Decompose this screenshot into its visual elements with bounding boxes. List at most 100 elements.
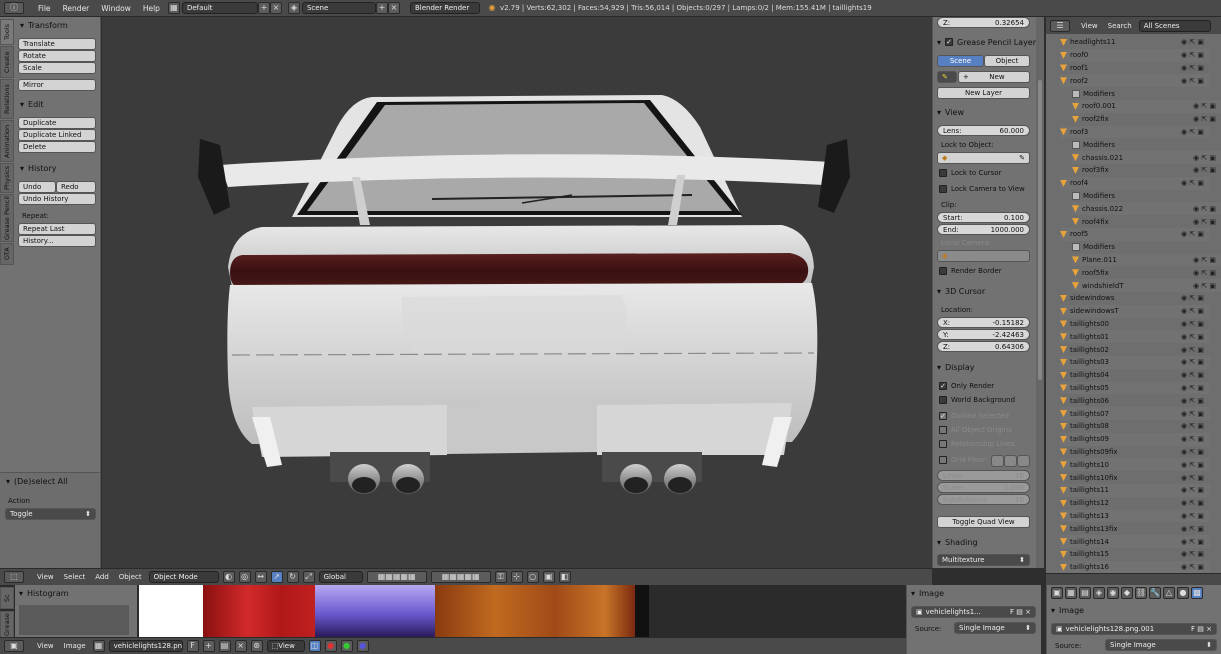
props-layers-icon[interactable]: ▤ (1079, 586, 1091, 599)
outliner-row[interactable]: taillights11 ◉ ⇱ ▣ (1060, 484, 1210, 497)
visibility-eye-icon[interactable]: ◉ ⇱ ▣ (1181, 51, 1204, 59)
3d-viewport[interactable] (102, 17, 932, 568)
add-menu[interactable]: Add (92, 573, 112, 581)
mirror-button[interactable]: Mirror (18, 79, 96, 91)
lock-camera-check[interactable]: Lock Camera to View (939, 185, 1025, 193)
z-field[interactable]: Z: 0.32654 (937, 17, 1030, 28)
visibility-eye-icon[interactable]: ◉ ⇱ ▣ (1181, 77, 1204, 85)
outliner-row[interactable]: taillights13fix ◉ ⇱ ▣ (1060, 522, 1210, 535)
visibility-eye-icon[interactable]: ◉ ⇱ ▣ (1181, 397, 1204, 405)
props-constraint-icon[interactable]: ⛓ (1135, 586, 1147, 599)
new-layer-button[interactable]: New Layer (937, 87, 1030, 99)
visibility-eye-icon[interactable]: ◉ ⇱ ▣ (1181, 230, 1204, 238)
proportional-edit-icon[interactable]: ○ (526, 571, 539, 583)
outliner-row[interactable]: roof0 ◉ ⇱ ▣ (1060, 49, 1210, 62)
visibility-eye-icon[interactable]: ◉ ⇱ ▣ (1193, 269, 1216, 277)
shading-dropdown[interactable]: Multitexture ⬍ (937, 554, 1030, 566)
scene-icon[interactable]: ◈ (287, 2, 300, 14)
props-material-icon[interactable]: ● (1177, 586, 1189, 599)
visibility-eye-icon[interactable]: ◉ ⇱ ▣ (1181, 358, 1204, 366)
visibility-eye-icon[interactable]: ◉ ⇱ ▣ (1181, 486, 1204, 494)
grid-y-toggle[interactable]: Y (1004, 455, 1017, 467)
only-render-check[interactable]: ✓ Only Render (939, 382, 994, 390)
props-data-icon[interactable]: △ (1163, 586, 1175, 599)
outliner-row[interactable]: windshieldT ◉ ⇱ ▣ (1072, 279, 1221, 292)
outliner-row[interactable]: taillights10 ◉ ⇱ ▣ (1060, 458, 1210, 471)
action-dropdown[interactable]: Toggle ⬍ (5, 508, 96, 520)
tab-grease-pencil[interactable]: Grease Pencil (0, 194, 14, 242)
visibility-eye-icon[interactable]: ◉ ⇱ ▣ (1181, 525, 1204, 533)
mode-dropdown[interactable]: Object Mode (148, 571, 219, 583)
outliner-row[interactable]: taillights15 ◉ ⇱ ▣ (1060, 548, 1210, 561)
outliner-row[interactable]: taillights14 ◉ ⇱ ▣ (1060, 535, 1210, 548)
view-menu[interactable]: View (34, 573, 57, 581)
orientation-dropdown[interactable]: Global (318, 571, 363, 583)
outliner-row[interactable]: taillights05 ◉ ⇱ ▣ (1060, 382, 1210, 395)
visibility-eye-icon[interactable]: ◉ ⇱ ▣ (1181, 550, 1204, 558)
outliner-row[interactable]: taillights12 ◉ ⇱ ▣ (1060, 497, 1210, 510)
outliner-row[interactable]: taillights07 ◉ ⇱ ▣ (1060, 407, 1210, 420)
outline-selected-check[interactable]: ✓ Outline Selected (939, 412, 1009, 420)
props-modifier-icon[interactable]: 🔧 (1149, 586, 1161, 599)
visibility-eye-icon[interactable]: ◉ ⇱ ▣ (1181, 461, 1204, 469)
layers-icon-2[interactable]: ▦▦▦▦▦ (430, 571, 491, 583)
visibility-eye-icon[interactable]: ◉ ⇱ ▣ (1181, 448, 1204, 456)
visibility-eye-icon[interactable]: ◉ ⇱ ▣ (1193, 205, 1216, 213)
scenes-dropdown[interactable]: All Scenes (1138, 19, 1211, 32)
add-layout-icon[interactable]: + (257, 2, 270, 14)
pin-icon[interactable]: ⊛ (250, 640, 263, 652)
menu-help[interactable]: Help (137, 4, 166, 13)
outliner-row[interactable]: taillights04 ◉ ⇱ ▣ (1060, 369, 1210, 382)
visibility-eye-icon[interactable]: ◉ ⇱ ▣ (1181, 371, 1204, 379)
delete-button[interactable]: Delete (18, 141, 96, 153)
visibility-eye-icon[interactable]: ◉ ⇱ ▣ (1181, 563, 1204, 571)
image-name-field[interactable]: vehiclelights128.png (108, 640, 183, 652)
lines-field[interactable]: Lines: 16 (937, 470, 1030, 481)
color-blue-icon[interactable]: ● (356, 640, 369, 652)
visibility-eye-icon[interactable]: ◉ ⇱ ▣ (1181, 320, 1204, 328)
scene-dropdown[interactable]: Scene (301, 2, 376, 14)
outliner-row[interactable]: taillights08 ◉ ⇱ ▣ (1060, 420, 1210, 433)
scale-button[interactable]: Scale (18, 62, 96, 74)
camera-icon[interactable]: ◧ (558, 571, 571, 583)
image-new-icon[interactable]: + (202, 640, 215, 652)
visibility-eye-icon[interactable]: ◉ ⇱ ▣ (1181, 538, 1204, 546)
outliner-row[interactable]: roof4fix ◉ ⇱ ▣ (1072, 215, 1221, 228)
visibility-eye-icon[interactable]: ◉ ⇱ ▣ (1181, 179, 1204, 187)
outliner-row[interactable]: roof2fix ◉ ⇱ ▣ (1072, 113, 1221, 126)
cursor-z-field[interactable]: Z: 0.64306 (937, 341, 1030, 352)
menu-render[interactable]: Render (57, 4, 96, 13)
grease-pencil-header[interactable]: ▾ ✓ Grease Pencil Layers (937, 35, 1036, 49)
render-border-check[interactable]: Render Border (939, 267, 1002, 275)
image-editor-type-icon[interactable]: ▣ (4, 640, 24, 652)
cursor-y-field[interactable]: Y: -2.42463 (937, 329, 1030, 340)
visibility-eye-icon[interactable]: ◉ ⇱ ▣ (1181, 294, 1204, 302)
outliner-row[interactable]: taillights13 ◉ ⇱ ▣ (1060, 510, 1210, 523)
image-open-icon[interactable]: ▤ (218, 640, 231, 652)
grid-floor-check[interactable]: Grid Floor: (939, 456, 988, 464)
visibility-eye-icon[interactable]: ◉ ⇱ ▣ (1181, 333, 1204, 341)
visibility-eye-icon[interactable]: ◉ ⇱ ▣ (1181, 474, 1204, 482)
visibility-eye-icon[interactable]: ◉ ⇱ ▣ (1181, 38, 1204, 46)
props-image-field[interactable]: ▣ vehiclelights128.png.001 F ▤ × (1051, 623, 1217, 635)
outliner-row[interactable]: chassis.022 ◉ ⇱ ▣ (1072, 202, 1221, 215)
visibility-eye-icon[interactable]: ◉ ⇱ ▣ (1193, 154, 1216, 162)
visibility-eye-icon[interactable]: ◉ ⇱ ▣ (1193, 115, 1216, 123)
visibility-eye-icon[interactable]: ◉ ⇱ ▣ (1181, 64, 1204, 72)
outliner-row[interactable]: roof4 ◉ ⇱ ▣ (1060, 177, 1210, 190)
color-green-icon[interactable]: ● (340, 640, 353, 652)
outliner-row[interactable]: Modifiers (1072, 87, 1221, 100)
grid-scale-field[interactable]: Scale: 1.000 (937, 482, 1030, 493)
rotate-button[interactable]: Rotate (18, 50, 96, 62)
image-panel-field[interactable]: ▣ vehiclelights1... F ▤ × (911, 606, 1036, 618)
outliner-row[interactable]: roof1 ◉ ⇱ ▣ (1060, 62, 1210, 75)
sidebar-scrollbar-thumb[interactable] (1038, 80, 1042, 380)
outliner-row[interactable]: taillights10fix ◉ ⇱ ▣ (1060, 471, 1210, 484)
outliner-row[interactable]: roof2 ◉ ⇱ ▣ (1060, 74, 1210, 87)
visibility-eye-icon[interactable]: ◉ ⇱ ▣ (1181, 346, 1204, 354)
menu-window[interactable]: Window (95, 4, 137, 13)
display-header[interactable]: ▾ Display (937, 360, 975, 374)
translate-button[interactable]: Translate (18, 38, 96, 50)
visibility-eye-icon[interactable]: ◉ ⇱ ▣ (1193, 166, 1216, 174)
duplicate-button[interactable]: Duplicate (18, 117, 96, 129)
